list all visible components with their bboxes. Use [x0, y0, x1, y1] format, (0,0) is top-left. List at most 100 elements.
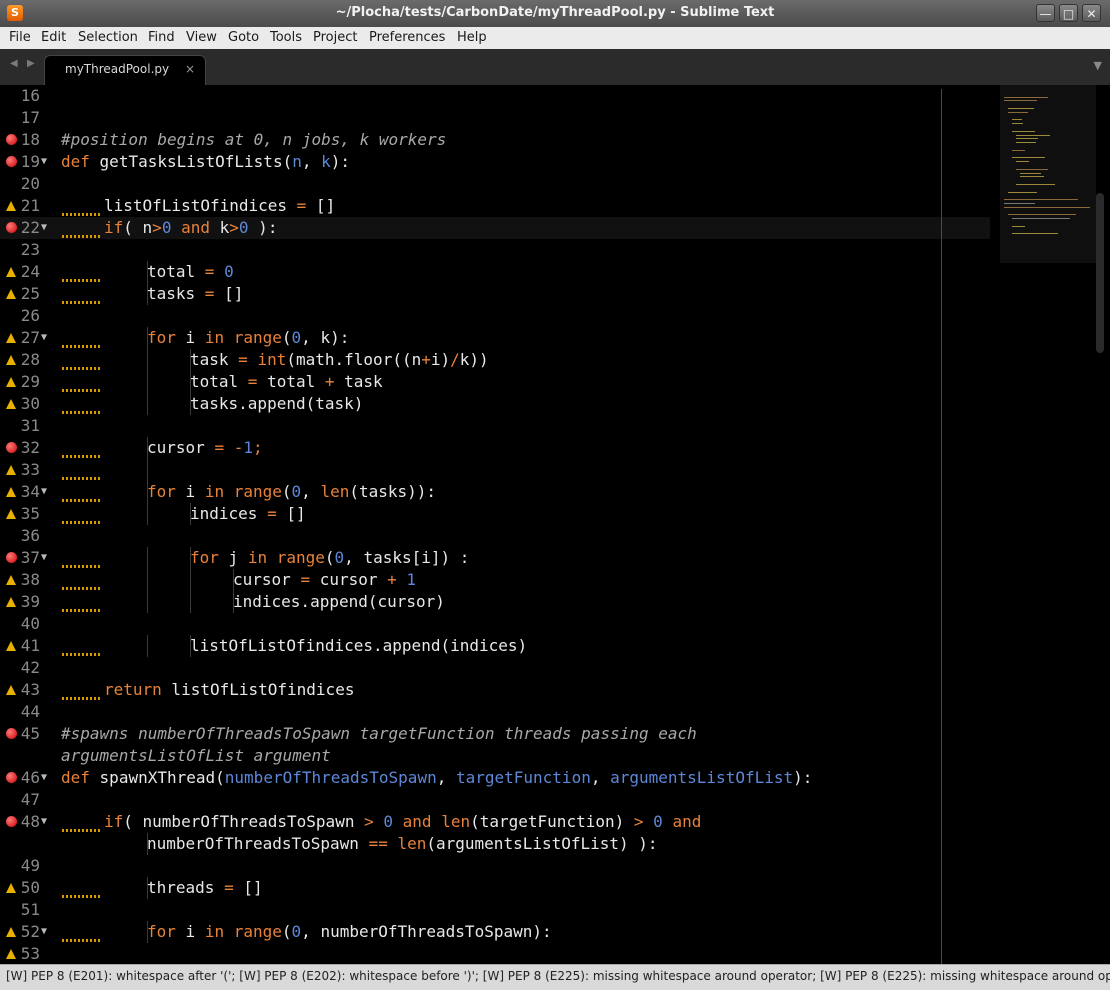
line-number: 41: [20, 636, 40, 655]
code-token: +: [324, 372, 335, 391]
code-line[interactable]: 22 ▼ if( n>0 and k>0 ):: [0, 217, 990, 239]
code-text: total = total + task: [190, 371, 383, 393]
code-line[interactable]: 43 return listOfListOfindices: [0, 679, 990, 701]
tab-list-dropdown-icon[interactable]: ▼: [1094, 59, 1102, 72]
code-text: listOfListOfindices = []: [104, 195, 335, 217]
code-line[interactable]: 36: [0, 525, 990, 547]
menu-find[interactable]: Find: [148, 30, 175, 45]
menu-goto[interactable]: Goto: [228, 30, 259, 45]
code-line[interactable]: 27 ▼ for i in range(0, k):: [0, 327, 990, 349]
fold-arrow-icon[interactable]: ▼: [41, 547, 47, 569]
line-number: 44: [20, 702, 40, 721]
line-number: 46: [20, 768, 40, 787]
menu-file[interactable]: File: [9, 30, 31, 45]
code-token: ):: [793, 768, 813, 787]
menu-view[interactable]: View: [186, 30, 217, 45]
code-line[interactable]: 50 threads = []: [0, 877, 990, 899]
code-line[interactable]: 25 tasks = []: [0, 283, 990, 305]
minimap-line: [1016, 168, 1048, 170]
code-line[interactable]: 20: [0, 173, 990, 195]
code-line[interactable]: 17: [0, 107, 990, 129]
code-token: []: [306, 196, 336, 215]
tab-close-icon[interactable]: ×: [185, 62, 195, 76]
code-line[interactable]: 37 ▼ for j in range(0, tasks[i]) :: [0, 547, 990, 569]
fold-arrow-icon[interactable]: ▼: [41, 767, 47, 789]
tab-mythreadpool[interactable]: myThreadPool.py ×: [44, 55, 206, 85]
forward-arrow-icon[interactable]: ▶: [27, 58, 35, 69]
minimap-line: [1020, 172, 1041, 174]
back-arrow-icon[interactable]: ◀: [10, 58, 18, 69]
lint-underline: [62, 213, 102, 216]
code-line[interactable]: 34 ▼ for i in range(0, len(tasks)):: [0, 481, 990, 503]
code-line[interactable]: 19 ▼ def getTasksListOfLists(n, k):: [0, 151, 990, 173]
code-line[interactable]: 21 listOfListOfindices = []: [0, 195, 990, 217]
minimap-line: [1012, 225, 1026, 227]
code-line[interactable]: 31: [0, 415, 990, 437]
code-line[interactable]: argumentsListOfList argument: [0, 745, 990, 767]
code-line[interactable]: 42: [0, 657, 990, 679]
code-token: (: [282, 152, 293, 171]
menu-preferences[interactable]: Preferences: [369, 30, 445, 45]
code-line[interactable]: 33: [0, 459, 990, 481]
code-line[interactable]: 41 listOfListOfindices.append(indices): [0, 635, 990, 657]
code-line[interactable]: numberOfThreadsToSpawn == len(argumentsL…: [0, 833, 990, 855]
code-token: targetFunction: [455, 768, 591, 787]
code-line[interactable]: 28 task = int(math.floor((n+i)/k)): [0, 349, 990, 371]
code-line[interactable]: 23: [0, 239, 990, 261]
minimap-line: [1008, 111, 1028, 113]
code-line[interactable]: 44: [0, 701, 990, 723]
fold-arrow-icon[interactable]: ▼: [41, 327, 47, 349]
code-line[interactable]: 47: [0, 789, 990, 811]
code-line[interactable]: 49: [0, 855, 990, 877]
code-line[interactable]: 18 #position begins at 0, n jobs, k worke…: [0, 129, 990, 151]
code-line[interactable]: 32 cursor = -1;: [0, 437, 990, 459]
code-line[interactable]: 38 cursor = cursor + 1: [0, 569, 990, 591]
menu-selection[interactable]: Selection: [78, 30, 138, 45]
code-line[interactable]: 46 ▼ def spawnXThread(numberOfThreadsToSpa…: [0, 767, 990, 789]
indent-guide: [147, 459, 148, 481]
code-token: for: [190, 548, 219, 567]
code-token: listOfListOfindices: [104, 196, 297, 215]
code-line[interactable]: 24 total = 0: [0, 261, 990, 283]
fold-arrow-icon[interactable]: ▼: [41, 217, 47, 239]
code-text: task = int(math.floor((n+i)/k)): [190, 349, 489, 371]
menu-tools[interactable]: Tools: [270, 30, 302, 45]
code-token: int: [257, 350, 287, 369]
code-line[interactable]: 53: [0, 943, 990, 964]
code-token: in: [204, 482, 225, 501]
close-window-button[interactable]: ✕: [1082, 4, 1101, 22]
minimap[interactable]: [1000, 85, 1100, 964]
fold-arrow-icon[interactable]: ▼: [41, 481, 47, 503]
code-token: (: [215, 768, 225, 787]
code-line[interactable]: 35 indices = []: [0, 503, 990, 525]
fold-arrow-icon[interactable]: ▼: [41, 921, 47, 943]
maximize-button[interactable]: □: [1059, 4, 1078, 22]
code-line[interactable]: 48 ▼ if( numberOfThreadsToSpawn > 0 and le…: [0, 811, 990, 833]
code-line[interactable]: 51: [0, 899, 990, 921]
code-line[interactable]: 52 ▼ for i in range(0, numberOfThreadsToSp…: [0, 921, 990, 943]
line-number: 30: [20, 394, 40, 413]
lint-underline: [62, 389, 102, 392]
editor-area[interactable]: 16 17 18 #position begins at 0, n jobs, k w…: [0, 85, 1110, 964]
minimize-button[interactable]: —: [1036, 4, 1055, 22]
vertical-scrollbar[interactable]: [1096, 193, 1104, 353]
menu-project[interactable]: Project: [313, 30, 357, 45]
code-line[interactable]: 39 indices.append(cursor): [0, 591, 990, 613]
code-token: numberOfThreadsToSpawn: [147, 834, 369, 853]
code-line[interactable]: 29 total = total + task: [0, 371, 990, 393]
fold-arrow-icon[interactable]: ▼: [41, 811, 47, 833]
menu-edit[interactable]: Edit: [41, 30, 66, 45]
code-line[interactable]: 45 #spawns numberOfThreadsToSpawn targetF…: [0, 723, 990, 745]
fold-arrow-icon[interactable]: ▼: [41, 151, 47, 173]
code-token: =: [224, 878, 234, 897]
code-view[interactable]: 16 17 18 #position begins at 0, n jobs, k w…: [0, 85, 990, 964]
code-line[interactable]: 40: [0, 613, 990, 635]
code-token: i: [175, 482, 205, 501]
menu-help[interactable]: Help: [457, 30, 487, 45]
code-token: argumentsListOfList argument: [61, 746, 331, 765]
code-line[interactable]: 30 tasks.append(task): [0, 393, 990, 415]
code-line[interactable]: 16: [0, 85, 990, 107]
lint-underline: [62, 939, 102, 942]
code-line[interactable]: 26: [0, 305, 990, 327]
